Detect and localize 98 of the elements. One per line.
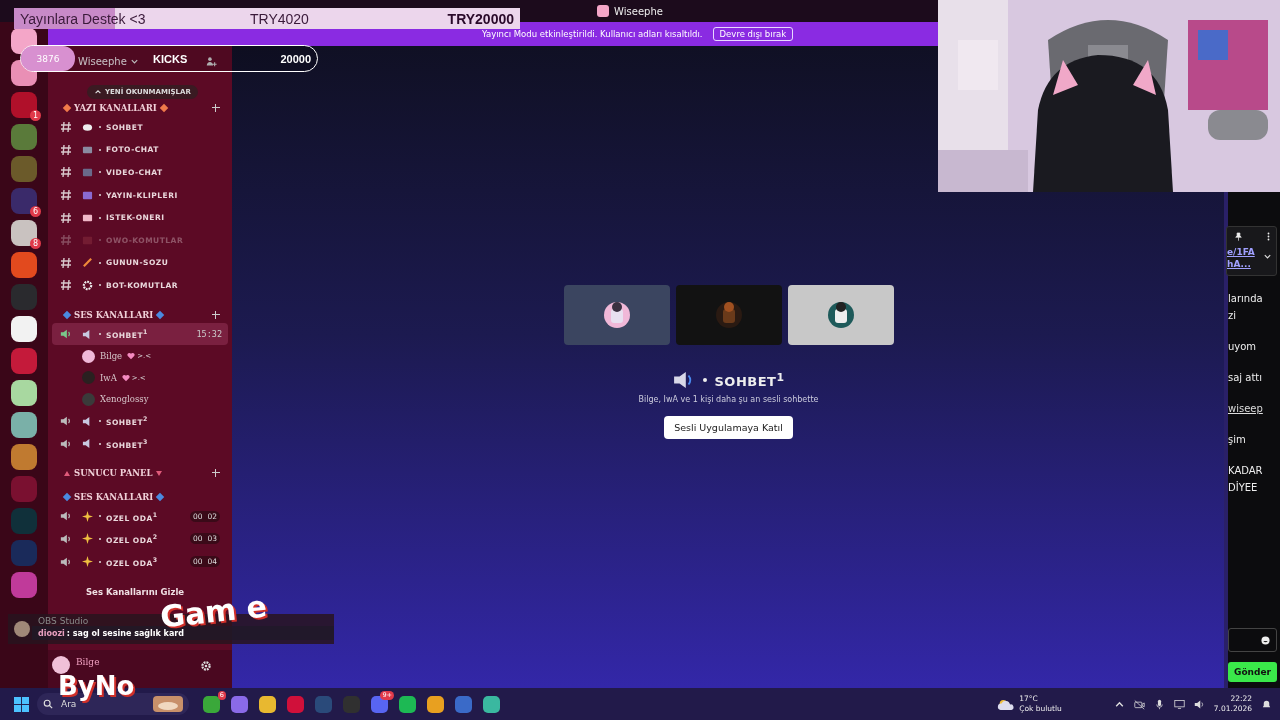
sparkle-icon	[82, 533, 93, 545]
triangle-icon	[64, 470, 70, 476]
taskbar-app-icon[interactable]	[231, 695, 248, 713]
channel-emoji-icon	[82, 144, 93, 156]
taskbar-app-icon[interactable]	[203, 695, 220, 713]
speaker-icon	[60, 555, 72, 568]
server-name[interactable]: Wiseephe	[78, 55, 127, 67]
server-icon[interactable]	[11, 412, 37, 438]
server-icon[interactable]	[11, 220, 37, 246]
goal-target: TRY20000	[447, 10, 515, 27]
chat-text: uyom	[1228, 340, 1258, 354]
channel-title: SOHBET$^{1}$	[714, 371, 785, 390]
speaker-icon	[60, 510, 72, 523]
taskbar-app-icon[interactable]	[259, 695, 276, 713]
category-title[interactable]: SUNUCU PANEL	[74, 468, 153, 479]
app-icon	[597, 5, 610, 17]
pinned-link[interactable]: e/1FA	[1227, 246, 1255, 258]
kicks-count: 3876	[21, 46, 75, 71]
channel-emoji-icon	[82, 257, 93, 269]
volume-icon[interactable]	[1193, 698, 1205, 710]
pinned-link[interactable]: hA...	[1227, 258, 1255, 270]
bullet-icon	[702, 378, 707, 383]
taskbar-app-icon[interactable]	[399, 695, 416, 713]
goal-label: Yayınlara Destek <3	[19, 10, 147, 27]
hash-icon	[60, 234, 72, 247]
search-icon	[43, 699, 53, 709]
member-name[interactable]: IwA	[100, 372, 117, 383]
unread-badge: 1	[29, 110, 41, 121]
channel-emoji-icon	[82, 167, 93, 178]
triangle-icon	[156, 470, 163, 476]
emoji-icon[interactable]	[1261, 635, 1270, 645]
channel-emoji-icon	[82, 121, 93, 133]
avatar	[14, 621, 30, 637]
category-title[interactable]: YAZI KANALLARI	[74, 103, 157, 113]
chat-text: larında	[1228, 292, 1264, 306]
window-title: Wiseephe	[614, 5, 663, 17]
hash-icon	[60, 211, 72, 224]
pin-icon[interactable]	[1235, 232, 1242, 241]
microphone-icon[interactable]	[1153, 698, 1165, 710]
speaker-icon	[60, 532, 72, 545]
chat-message: : sag ol sesine sağlık kard	[66, 628, 184, 638]
cloud-icon	[997, 697, 1016, 711]
kicks-goal: 20000	[280, 52, 311, 65]
notification-icon[interactable]	[1261, 698, 1272, 710]
server-icon[interactable]	[11, 316, 37, 342]
heart-icon	[121, 373, 130, 382]
participants-text: Bilge, IwA ve 1 kişi daha şu an sesli sohbette	[638, 395, 819, 405]
hash-icon	[60, 189, 72, 202]
hash-icon	[60, 279, 72, 292]
camera-off-icon[interactable]	[1133, 698, 1145, 710]
sparkle-icon	[82, 556, 93, 567]
settings-icon[interactable]	[200, 660, 212, 672]
category-title[interactable]: SES KANALLARI	[74, 309, 154, 320]
chat-text: DİYEE	[1228, 480, 1259, 495]
goal-amount: TRY4020	[250, 10, 309, 27]
unread-badge: 6	[29, 206, 41, 217]
app-name: OBS Studio	[38, 616, 89, 626]
taskbar-app-icon[interactable]	[427, 695, 444, 713]
start-icon[interactable]	[14, 696, 29, 712]
network-icon[interactable]	[1173, 698, 1185, 710]
more-icon[interactable]	[1267, 232, 1270, 241]
category-title[interactable]: SES KANALLARI	[74, 492, 154, 503]
kicks-label: KICKS	[153, 52, 188, 65]
up-icon	[94, 88, 102, 96]
server-icon[interactable]	[11, 380, 37, 406]
chat-text: zi	[1228, 309, 1238, 323]
banner-text: Yayıncı Modu etkinleştirildi. Kullanıcı adları kısaltıldı.	[482, 29, 703, 39]
channel-emoji-icon	[82, 279, 93, 291]
taskbar-app-icon[interactable]	[483, 695, 500, 713]
join-voice-button[interactable]: Sesli Uygulamaya Katıl	[664, 416, 793, 440]
chat-link[interactable]: wiseep	[1228, 400, 1280, 417]
hash-icon	[60, 166, 72, 179]
sparkle-icon	[82, 510, 93, 522]
search-placeholder: Ara	[61, 699, 77, 709]
taskbar-app-icon[interactable]	[371, 695, 388, 713]
hash-icon	[60, 121, 72, 134]
disable-button[interactable]: Devre dışı bırak	[712, 27, 794, 41]
send-button[interactable]: Gönder	[1228, 662, 1277, 682]
user-name: Bilge	[76, 657, 100, 667]
chevron-icon[interactable]	[1263, 252, 1272, 261]
chat-text: saj attı	[1228, 371, 1264, 385]
channel-emoji-icon	[82, 212, 93, 224]
chat-username: dioozi	[38, 628, 65, 638]
call-duration: 15:32	[196, 329, 222, 340]
unread-badge: 8	[29, 238, 41, 249]
chat-text: KADAR	[1228, 464, 1264, 478]
server-icon[interactable]	[11, 188, 37, 214]
heart-icon	[127, 352, 136, 361]
member-name[interactable]: Bilge	[100, 351, 123, 362]
chat-input[interactable]	[1228, 628, 1277, 652]
hide-voice-button[interactable]: Ses Kanallarını Gizle	[76, 586, 228, 597]
channel-emoji-icon	[82, 189, 93, 201]
chat-text: şim	[1228, 433, 1247, 447]
hash-icon	[60, 256, 72, 269]
add-user-icon[interactable]	[205, 55, 217, 67]
user-avatar	[52, 656, 70, 674]
hash-icon	[60, 143, 72, 156]
member-name[interactable]: Xenoglossy	[100, 394, 149, 405]
